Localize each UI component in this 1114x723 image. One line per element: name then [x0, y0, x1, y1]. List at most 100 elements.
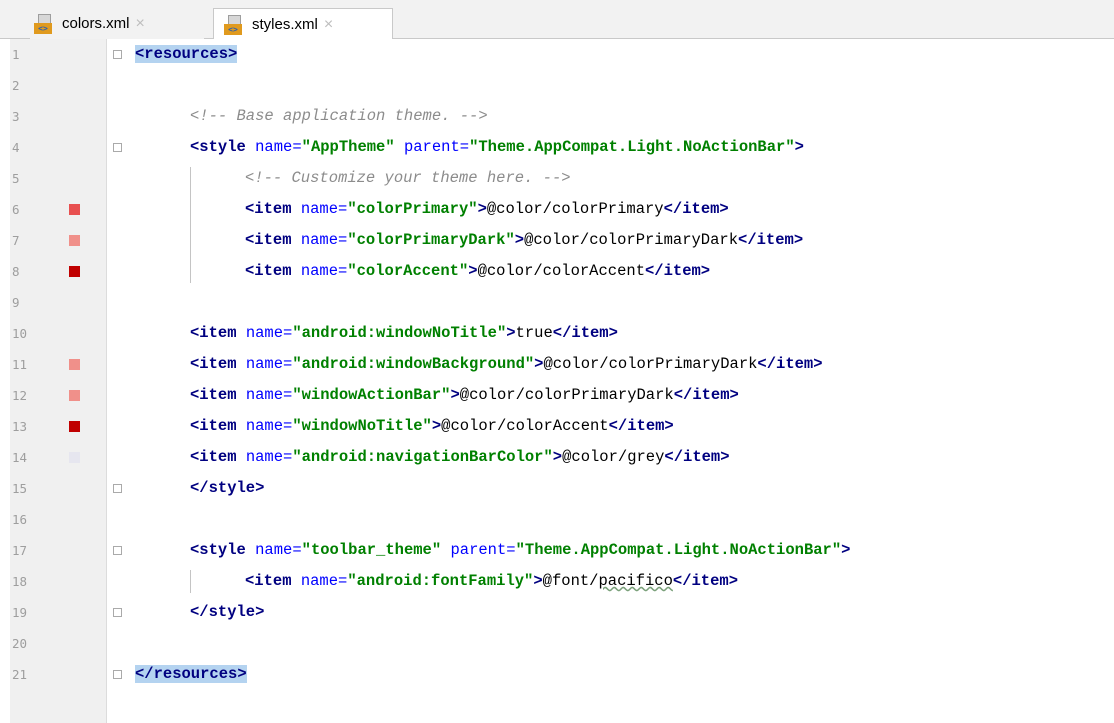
code-token: >: [506, 324, 516, 342]
color-swatch-icon[interactable]: [69, 452, 80, 463]
color-swatch-icon[interactable]: [69, 390, 80, 401]
code-token: "Theme.AppCompat.Light.NoActionBar": [515, 541, 842, 559]
code-text: <item name="android:windowNoTitle">true<…: [190, 318, 618, 349]
fold-marker-icon[interactable]: [113, 546, 122, 555]
code-token: name=: [245, 355, 293, 373]
code-token: "android:windowNoTitle": [292, 324, 507, 342]
code-token: >: [552, 448, 563, 466]
code-text: <item name="colorAccent">@color/colorAcc…: [245, 256, 710, 287]
code-text: <!-- Customize your theme here. -->: [245, 163, 571, 194]
close-tab-icon[interactable]: ×: [324, 16, 333, 34]
code-token: pacifico: [598, 572, 673, 590]
code-line[interactable]: 20: [0, 628, 1114, 659]
code-line[interactable]: 10 <item name="android:windowNoTitle">tru…: [0, 318, 1114, 349]
code-token: <item: [190, 448, 246, 466]
editor-tab-bar: <> colors.xml × <> styles.xml ×: [0, 0, 1114, 40]
code-token: "toolbar_theme": [301, 541, 442, 559]
code-line[interactable]: 21 </resources>: [0, 659, 1114, 690]
code-token: name=: [300, 262, 348, 280]
tab-colors-xml[interactable]: <> colors.xml ×: [30, 8, 204, 39]
code-token: </item>: [608, 417, 674, 435]
fold-marker-icon[interactable]: [113, 143, 122, 152]
code-text: <item name="android:fontFamily">@font/pa…: [245, 566, 738, 597]
code-line[interactable]: 16: [0, 504, 1114, 535]
code-line[interactable]: 8 <item name="colorAccent">@color/colorAc…: [0, 256, 1114, 287]
code-token: "colorAccent": [347, 262, 469, 280]
code-line[interactable]: 7 <item name="colorPrimaryDark">@color/co…: [0, 225, 1114, 256]
code-token: @color/grey: [562, 448, 665, 466]
code-text: </resources>: [135, 659, 247, 690]
line-number: 10: [12, 326, 28, 341]
tab-label: colors.xml: [62, 15, 130, 32]
line-number: 1: [12, 47, 20, 62]
code-line[interactable]: 5 <!-- Customize your theme here. -->: [0, 163, 1114, 194]
code-line[interactable]: 9: [0, 287, 1114, 318]
fold-marker-icon[interactable]: [113, 670, 122, 679]
code-token: <item: [190, 386, 246, 404]
code-token: name=: [245, 324, 293, 342]
code-line[interactable]: 12 <item name="windowActionBar">@color/co…: [0, 380, 1114, 411]
code-token: name=: [245, 448, 293, 466]
line-number: 4: [12, 140, 20, 155]
code-token: </item>: [663, 200, 729, 218]
fold-marker-icon[interactable]: [113, 608, 122, 617]
code-token: <item: [190, 417, 246, 435]
code-line[interactable]: 1 <resources>: [0, 39, 1114, 70]
code-token: </style>: [190, 479, 265, 497]
code-text: <resources>: [135, 39, 238, 70]
xml-file-icon: <>: [34, 13, 56, 34]
code-token: "android:fontFamily": [347, 572, 534, 590]
code-line[interactable]: 6 <item name="colorPrimary">@color/colorP…: [0, 194, 1114, 225]
code-line[interactable]: 18 <item name="android:fontFamily">@font/…: [0, 566, 1114, 597]
color-swatch-icon[interactable]: [69, 235, 80, 246]
code-token: <style: [190, 541, 256, 559]
code-text: <item name="android:windowBackground">@c…: [190, 349, 823, 380]
fold-marker-icon[interactable]: [113, 484, 122, 493]
code-token: parent=: [441, 541, 516, 559]
color-swatch-icon[interactable]: [69, 359, 80, 370]
code-line[interactable]: 19 </style>: [0, 597, 1114, 628]
color-swatch-icon[interactable]: [69, 421, 80, 432]
code-line[interactable]: 3 <!-- Base application theme. -->: [0, 101, 1114, 132]
line-number: 2: [12, 78, 20, 93]
code-text: <item name="windowNoTitle">@color/colorA…: [190, 411, 674, 442]
code-line[interactable]: 17 <style name="toolbar_theme" parent="Th…: [0, 535, 1114, 566]
code-token: >: [794, 138, 804, 156]
line-number: 20: [12, 636, 28, 651]
code-line[interactable]: 14 <item name="android:navigationBarColor…: [0, 442, 1114, 473]
line-number: 11: [12, 357, 28, 372]
code-token: @font/: [542, 572, 599, 590]
line-number: 19: [12, 605, 28, 620]
code-token: >: [477, 200, 487, 218]
line-number: 5: [12, 171, 20, 186]
color-swatch-icon[interactable]: [69, 204, 80, 215]
code-line[interactable]: 11 <item name="android:windowBackground">…: [0, 349, 1114, 380]
close-tab-icon[interactable]: ×: [136, 15, 145, 33]
line-number: 16: [12, 512, 28, 527]
code-token: <!-- Base application theme. -->: [190, 107, 488, 125]
line-number: 12: [12, 388, 28, 403]
code-token: "android:navigationBarColor": [292, 448, 553, 466]
code-token: name=: [245, 386, 293, 404]
code-token: "windowNoTitle": [292, 417, 432, 435]
code-line[interactable]: 2: [0, 70, 1114, 101]
code-line[interactable]: 4 <style name="AppTheme" parent="Theme.Ap…: [0, 132, 1114, 163]
code-token: <item: [245, 200, 301, 218]
code-line[interactable]: 13 <item name="windowNoTitle">@color/colo…: [0, 411, 1114, 442]
code-line[interactable]: 15 </style>: [0, 473, 1114, 504]
tab-styles-xml[interactable]: <> styles.xml ×: [213, 8, 393, 40]
xml-file-icon: <>: [224, 14, 246, 35]
code-token: @color/colorPrimary: [486, 200, 664, 218]
line-number: 3: [12, 109, 20, 124]
color-swatch-icon[interactable]: [69, 266, 80, 277]
code-token: "android:windowBackground": [292, 355, 535, 373]
indent-guide: [190, 167, 191, 283]
code-text: <item name="windowActionBar">@color/colo…: [190, 380, 739, 411]
code-token: @color/colorPrimaryDark: [459, 386, 674, 404]
code-text: </style>: [190, 597, 264, 628]
code-editor[interactable]: 1 <resources> 2 3 <!-- Base application them…: [0, 39, 1114, 723]
fold-marker-icon[interactable]: [113, 50, 122, 59]
code-token: "colorPrimary": [347, 200, 478, 218]
line-number: 9: [12, 295, 20, 310]
code-text: </style>: [190, 473, 264, 504]
